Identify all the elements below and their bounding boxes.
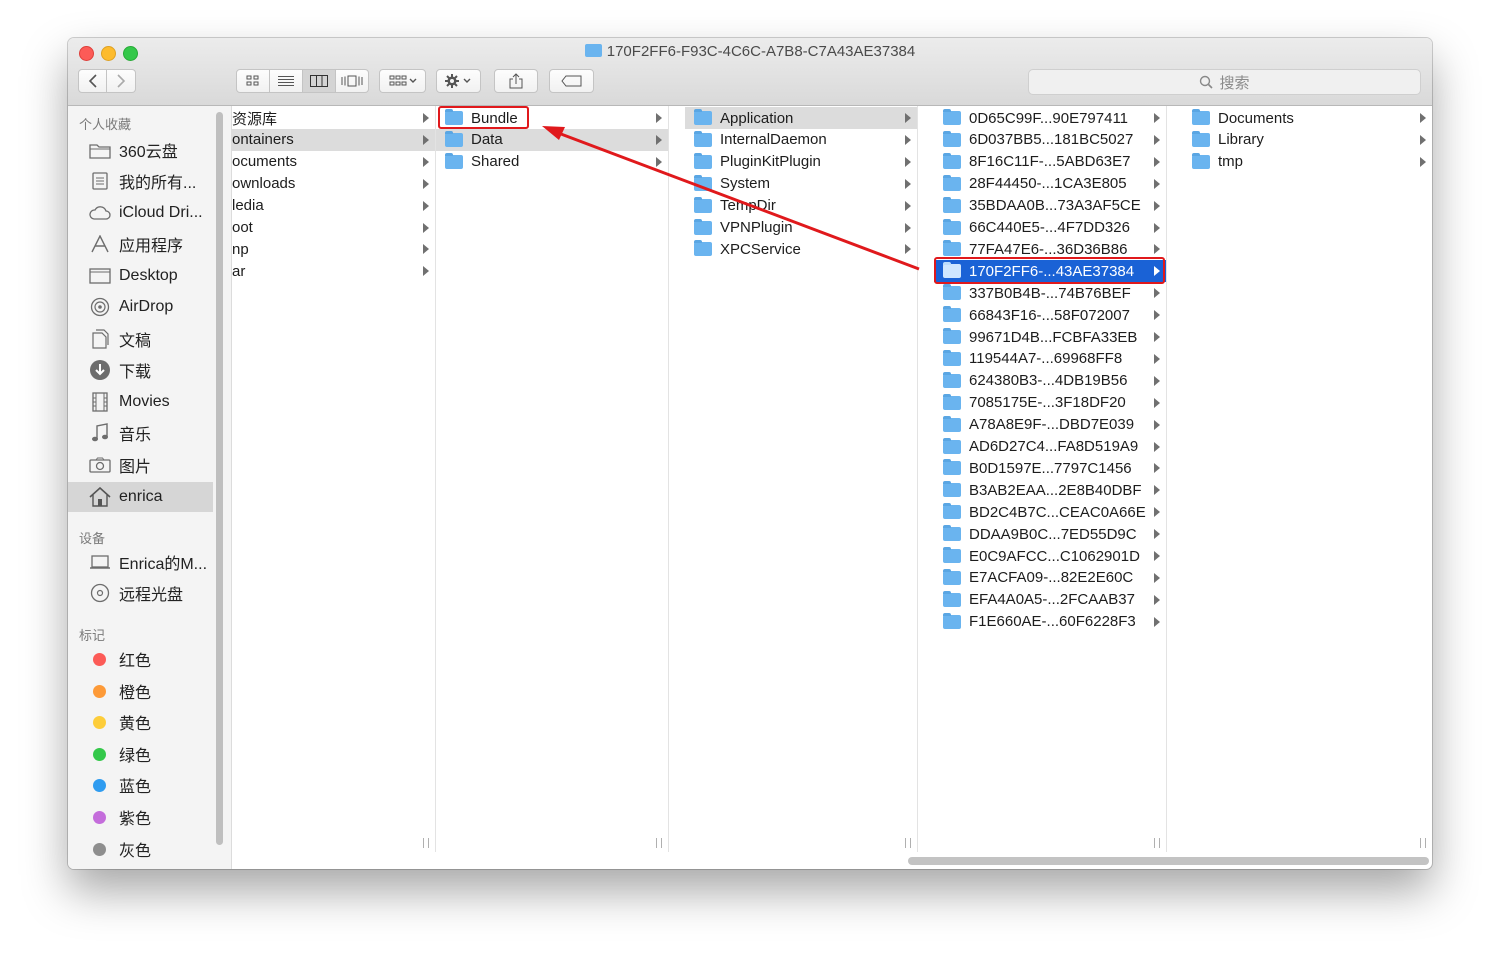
annotation-arrow	[542, 126, 920, 271]
